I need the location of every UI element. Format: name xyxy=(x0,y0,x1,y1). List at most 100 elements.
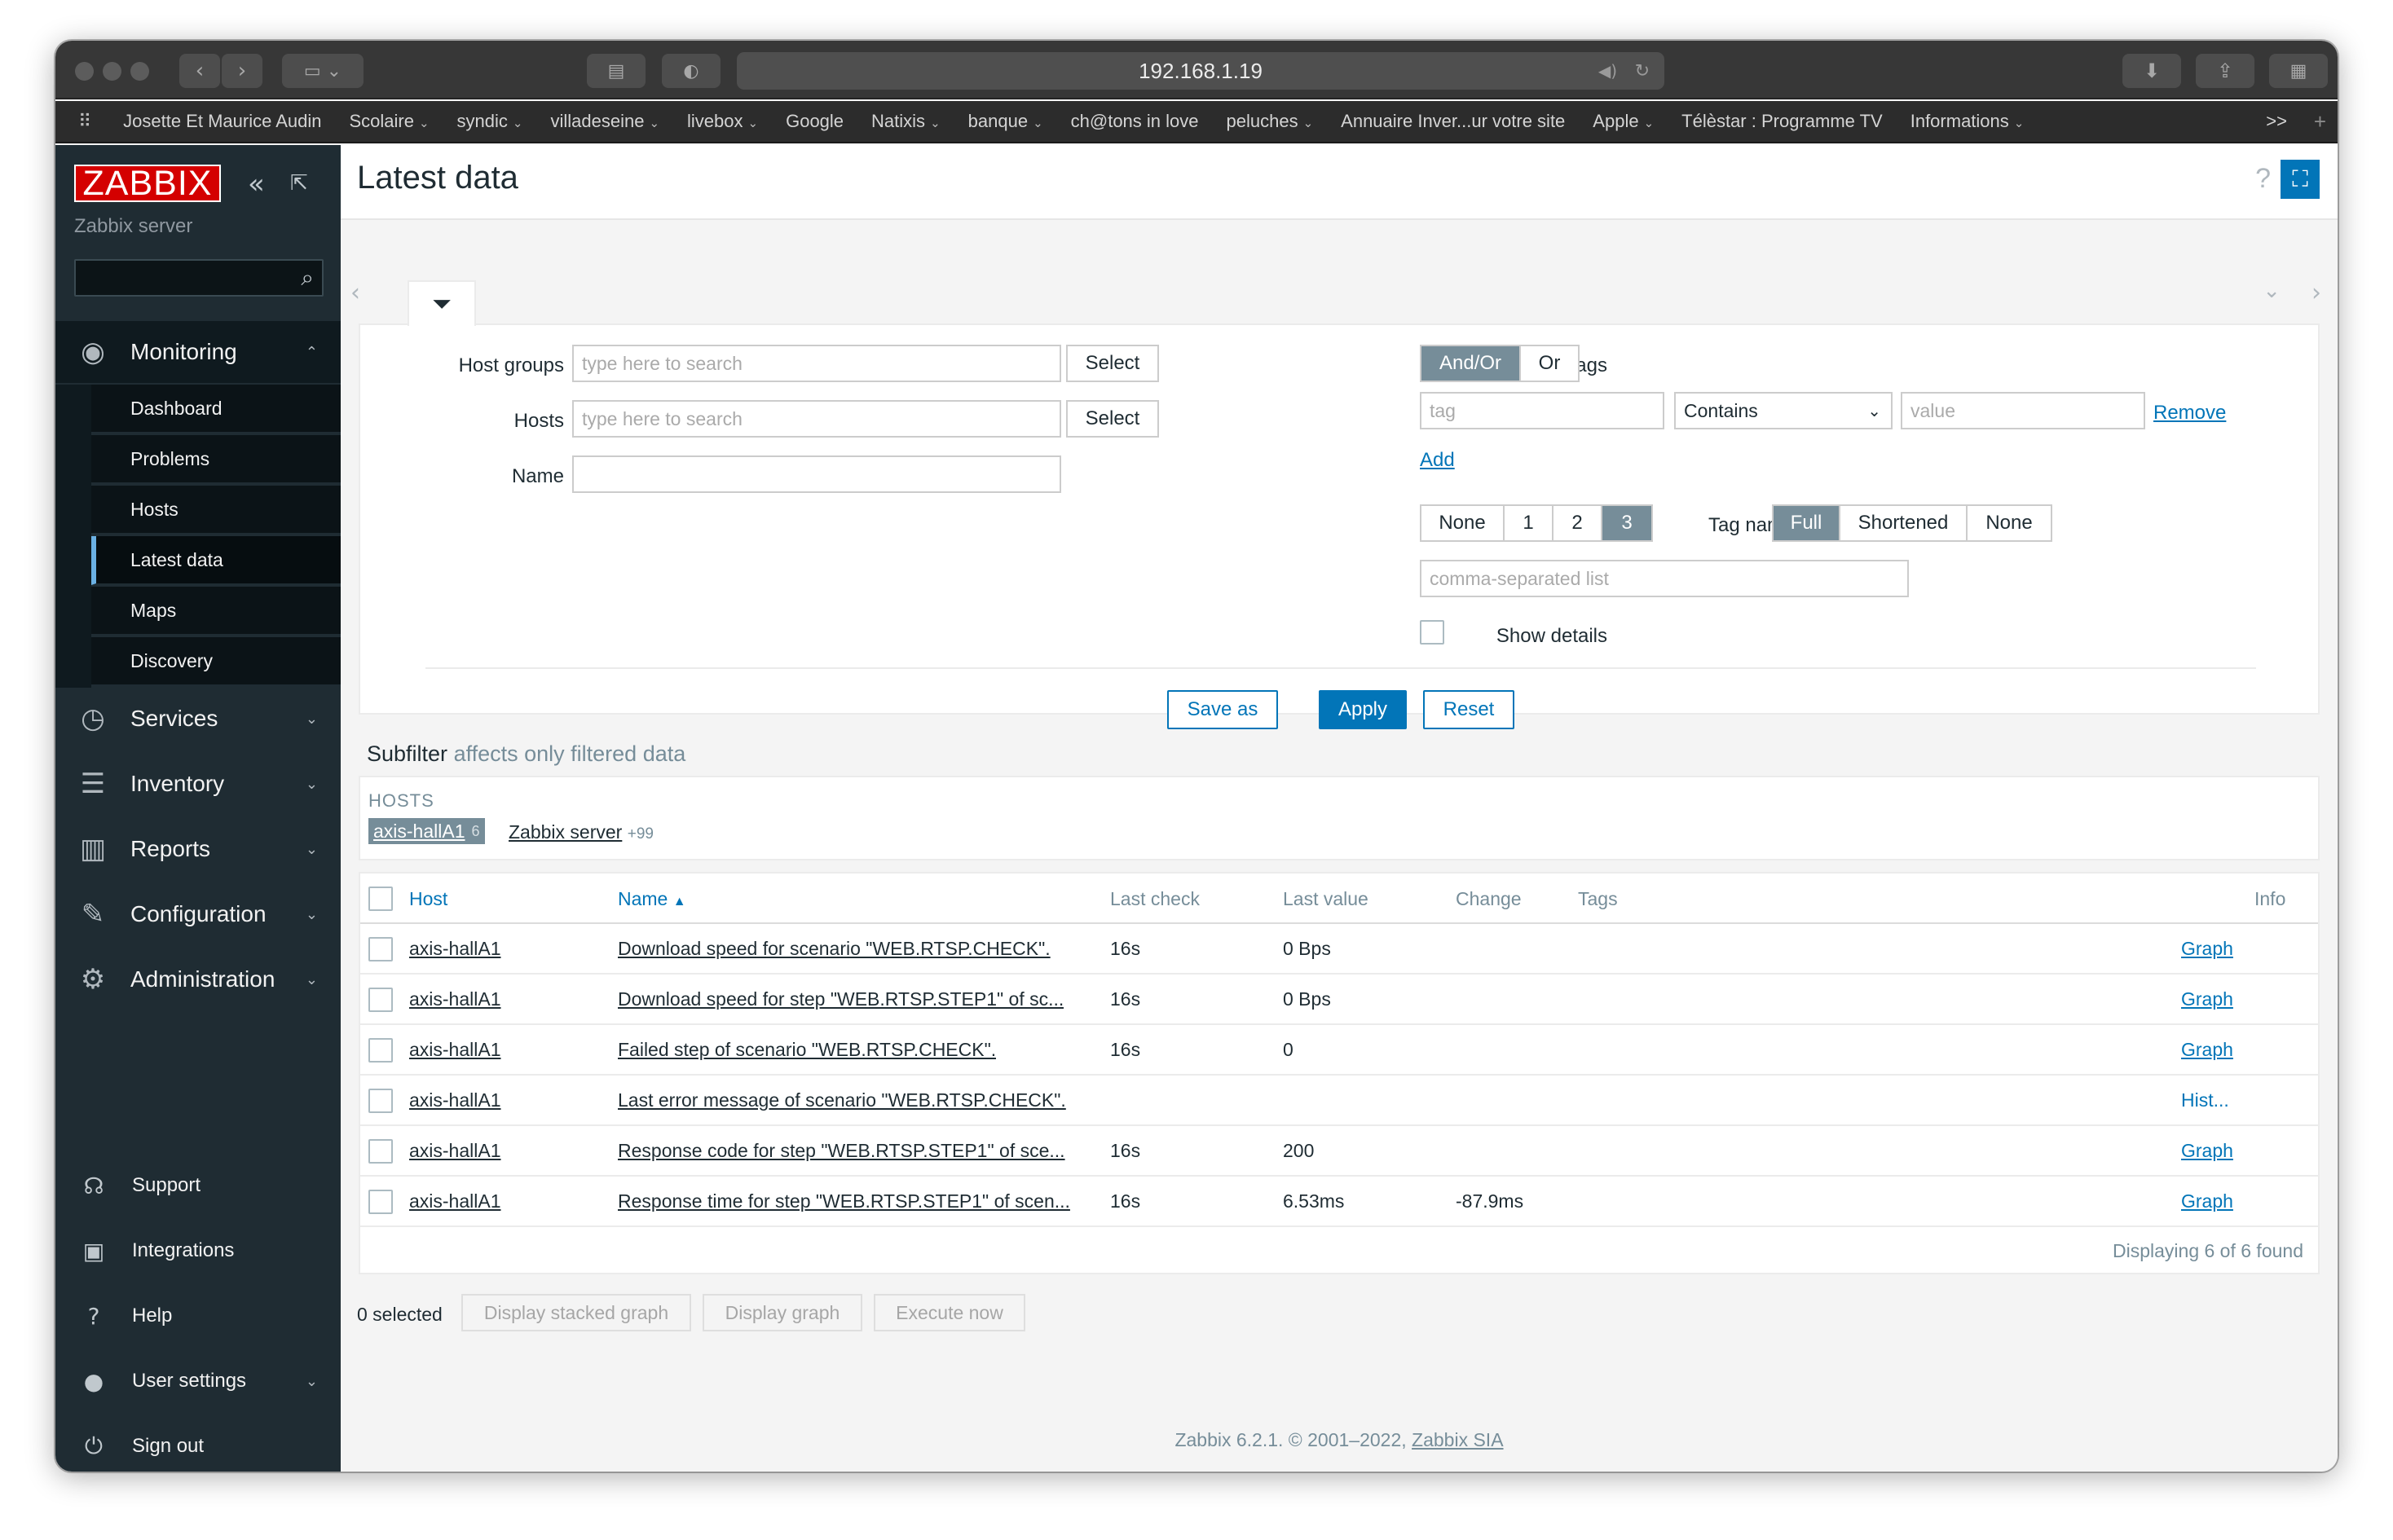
bookmark[interactable]: villadeseine ⌄ xyxy=(536,111,673,132)
nav-reports[interactable]: ▥ Reports ⌄ xyxy=(55,818,341,880)
nav-hosts[interactable]: Hosts xyxy=(91,486,341,535)
apply-button[interactable]: Apply xyxy=(1319,690,1407,729)
row-host[interactable]: axis-hallA1 xyxy=(409,1140,501,1162)
reset-button[interactable]: Reset xyxy=(1423,690,1514,729)
nav-monitoring[interactable]: ◉ Monitoring ⌃ xyxy=(55,321,341,383)
row-name[interactable]: Failed step of scenario "WEB.RTSP.CHECK"… xyxy=(618,1039,996,1061)
nav-configuration[interactable]: ✎ Configuration ⌄ xyxy=(55,883,341,945)
row-name[interactable]: Download speed for scenario "WEB.RTSP.CH… xyxy=(618,938,1051,960)
row-host[interactable]: axis-hallA1 xyxy=(409,1039,501,1061)
filter-tab[interactable]: ⏷ xyxy=(408,280,476,326)
bookmark[interactable]: Google xyxy=(772,111,857,132)
row-checkbox[interactable] xyxy=(368,988,393,1012)
bookmark[interactable]: Informations ⌄ xyxy=(1897,111,2038,132)
reader-icon[interactable]: ▤ xyxy=(587,54,646,88)
bookmark[interactable]: Annuaire Inver...ur votre site xyxy=(1327,111,1579,132)
tabs-grid-icon[interactable]: ▦ xyxy=(2269,54,2328,88)
chevron-down-icon[interactable]: ⌄ xyxy=(2263,279,2281,303)
execute-now-button[interactable]: Execute now xyxy=(874,1294,1025,1331)
row-graph-link[interactable]: Graph xyxy=(2181,938,2233,960)
host-groups-select-button[interactable]: Select xyxy=(1066,345,1159,382)
nav-sign-out[interactable]: ⏻ Sign out xyxy=(55,1419,341,1472)
fullscreen-icon[interactable]: ⛶ xyxy=(2281,160,2320,199)
minimize-window-button[interactable] xyxy=(103,62,121,81)
row-graph-link[interactable]: Graph xyxy=(2181,988,2233,1010)
row-graph-link[interactable]: Graph xyxy=(2181,1039,2233,1061)
header-name[interactable]: Name ▲ xyxy=(618,888,686,910)
zoom-window-button[interactable] xyxy=(130,62,149,81)
collapse-sidebar-icon[interactable]: « xyxy=(248,168,265,200)
host-groups-input[interactable]: type here to search xyxy=(572,345,1061,382)
show-tags-3[interactable]: 3 xyxy=(1602,506,1651,540)
reload-icon[interactable]: ↻ xyxy=(1635,61,1650,81)
nav-integrations[interactable]: ▣ Integrations xyxy=(55,1224,341,1278)
tag-value-input[interactable]: value xyxy=(1901,392,2145,429)
row-name[interactable]: Response code for step "WEB.RTSP.STEP1" … xyxy=(618,1140,1065,1162)
bookmark[interactable]: Scolaire ⌄ xyxy=(335,111,443,132)
nav-support[interactable]: ☊ Support xyxy=(55,1159,341,1212)
new-tab-icon[interactable]: + xyxy=(2314,109,2326,134)
bookmark[interactable]: Apple ⌄ xyxy=(1579,111,1668,132)
sidebar-search-input[interactable]: ⌕ xyxy=(74,259,324,297)
name-input[interactable] xyxy=(572,455,1061,493)
bookmark[interactable]: Josette Et Maurice Audin xyxy=(109,111,335,132)
row-host[interactable]: axis-hallA1 xyxy=(409,988,501,1010)
tag-input[interactable]: tag xyxy=(1420,392,1664,429)
show-tags-none[interactable]: None xyxy=(1421,506,1505,540)
bookmark[interactable]: Télèstar : Programme TV xyxy=(1668,111,1897,132)
bookmark[interactable]: ch@tons in love xyxy=(1057,111,1213,132)
add-tag-link[interactable]: Add xyxy=(1420,449,1455,472)
row-graph-link[interactable]: Graph xyxy=(2181,1140,2233,1162)
bookmark[interactable]: livebox ⌄ xyxy=(673,111,772,132)
nav-user-settings[interactable]: ● User settings ⌄ xyxy=(55,1354,341,1408)
bookmark[interactable]: peluches ⌄ xyxy=(1213,111,1328,132)
row-name[interactable]: Last error message of scenario "WEB.RTSP… xyxy=(618,1089,1066,1111)
row-host[interactable]: axis-hallA1 xyxy=(409,1089,501,1111)
nav-administration[interactable]: ⚙ Administration ⌄ xyxy=(55,948,341,1010)
apps-grid-icon[interactable]: ⠿ xyxy=(55,112,109,132)
display-stacked-graph-button[interactable]: Display stacked graph xyxy=(461,1294,691,1331)
download-icon[interactable]: ⬇ xyxy=(2122,54,2181,88)
bookmark[interactable]: banque ⌄ xyxy=(954,111,1057,132)
search-icon[interactable]: ⌕ xyxy=(301,264,314,292)
nav-maps[interactable]: Maps xyxy=(91,587,341,636)
nav-inventory[interactable]: ☰ Inventory ⌄ xyxy=(55,753,341,815)
header-host[interactable]: Host xyxy=(409,888,447,910)
hosts-select-button[interactable]: Select xyxy=(1066,400,1159,438)
subfilter-host-other[interactable]: Zabbix server +99 xyxy=(509,821,654,843)
help-icon[interactable]: ? xyxy=(2255,163,2271,195)
back-icon[interactable]: ‹ xyxy=(179,54,220,88)
shield-icon[interactable]: ◐ xyxy=(662,54,721,88)
select-all-checkbox[interactable] xyxy=(368,887,393,911)
hosts-input[interactable]: type here to search xyxy=(572,400,1061,438)
nav-discovery[interactable]: Discovery xyxy=(91,637,341,686)
nav-latest-data[interactable]: Latest data xyxy=(91,536,341,585)
tag-name-none[interactable]: None xyxy=(1968,506,2051,540)
speaker-icon[interactable]: ◀) xyxy=(1598,61,1617,81)
nav-services[interactable]: ◷ Services ⌄ xyxy=(55,688,341,750)
chevron-left-icon[interactable]: ‹ xyxy=(350,279,360,307)
forward-icon[interactable]: › xyxy=(222,54,262,88)
show-details-checkbox[interactable] xyxy=(1420,620,1444,645)
address-bar[interactable]: 192.168.1.19 ◀) ↻ xyxy=(737,52,1664,90)
tag-name-full[interactable]: Full xyxy=(1774,506,1840,540)
more-bookmarks-button[interactable]: >> xyxy=(2266,111,2287,132)
row-checkbox[interactable] xyxy=(368,937,393,961)
share-icon[interactable]: ⇪ xyxy=(2196,54,2254,88)
nav-problems[interactable]: Problems xyxy=(91,435,341,484)
nav-dashboard[interactable]: Dashboard xyxy=(91,385,341,433)
save-as-button[interactable]: Save as xyxy=(1167,690,1278,729)
row-checkbox[interactable] xyxy=(368,1190,393,1214)
row-checkbox[interactable] xyxy=(368,1139,393,1164)
row-checkbox[interactable] xyxy=(368,1089,393,1113)
row-graph-link[interactable]: Graph xyxy=(2181,1190,2233,1212)
hide-sidebar-icon[interactable]: ⇱ xyxy=(290,171,308,196)
row-checkbox[interactable] xyxy=(368,1038,393,1063)
row-host[interactable]: axis-hallA1 xyxy=(409,1190,501,1212)
row-name[interactable]: Download speed for step "WEB.RTSP.STEP1"… xyxy=(618,988,1064,1010)
nav-help[interactable]: ? Help xyxy=(55,1289,341,1343)
display-graph-button[interactable]: Display graph xyxy=(703,1294,862,1331)
close-window-button[interactable] xyxy=(75,62,94,81)
bookmark[interactable]: syndic ⌄ xyxy=(443,111,537,132)
row-host[interactable]: axis-hallA1 xyxy=(409,938,501,960)
